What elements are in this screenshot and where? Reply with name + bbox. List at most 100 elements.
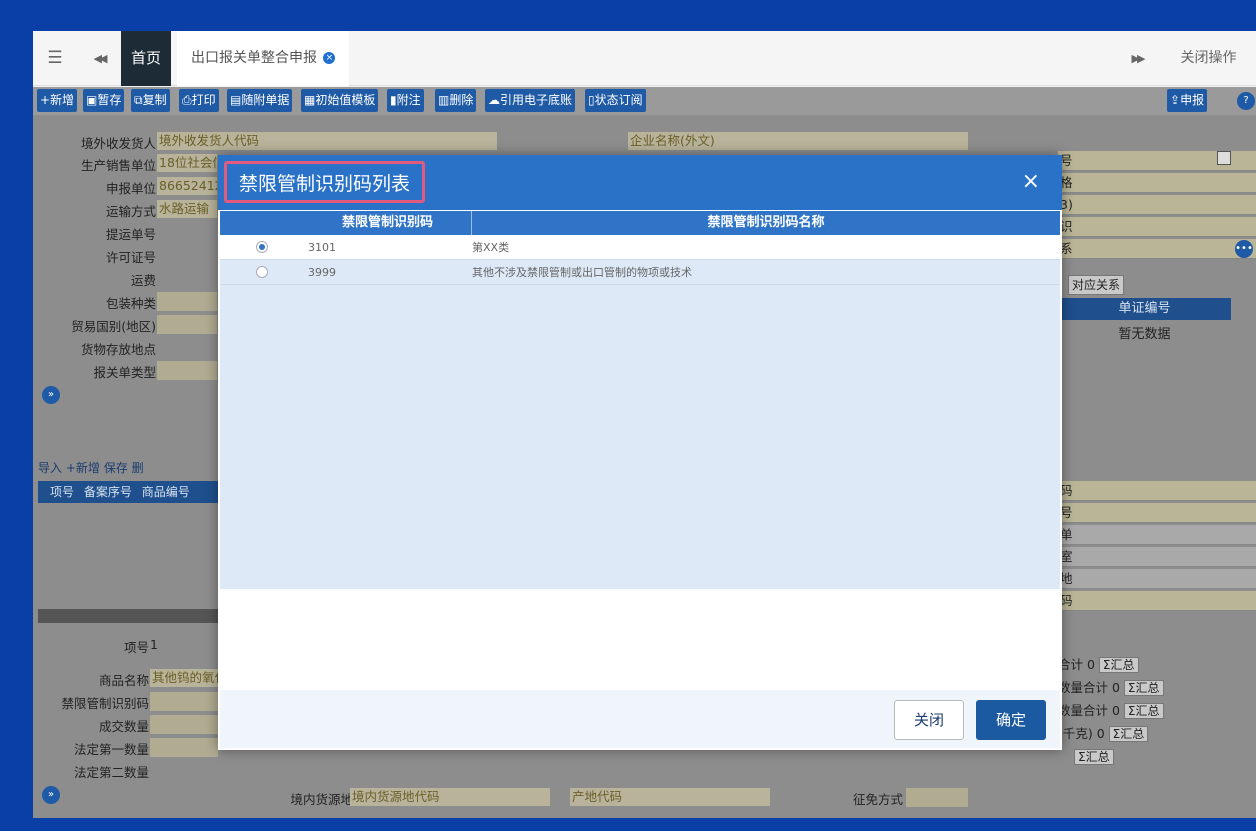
- form-label: 贸易国别(地区): [71, 319, 156, 334]
- name-cell: 第XX类: [472, 241, 510, 254]
- close-operations-button[interactable]: 关闭操作: [1161, 31, 1256, 86]
- tab-close-icon[interactable]: ×: [323, 52, 336, 64]
- form-label: 许可证号: [105, 250, 156, 265]
- goods-name-input[interactable]: 其他钨的氧化: [150, 669, 218, 687]
- radio-button[interactable]: [256, 266, 268, 278]
- total-row: 数量合计 0 Σ汇总: [1058, 699, 1164, 722]
- list-item[interactable]: 3101 第XX类: [220, 235, 1060, 260]
- more-icon[interactable]: •••: [1235, 240, 1253, 258]
- menu-icon[interactable]: ☰: [33, 31, 77, 86]
- close-button[interactable]: 关闭: [894, 700, 964, 740]
- copy-label: 复制: [142, 93, 167, 107]
- levy-input[interactable]: [906, 788, 968, 807]
- goods-save-button[interactable]: 保存: [104, 461, 128, 475]
- form-label: 法定第一数量: [73, 742, 149, 757]
- form-label: 生产销售单位: [80, 158, 156, 173]
- close-icon[interactable]: ×: [1022, 167, 1040, 197]
- doc-no-header: 单证编号: [1058, 298, 1231, 320]
- reference-ledger-button[interactable]: ☁引用电子底账: [485, 89, 576, 112]
- origin-code-input[interactable]: 产地代码: [570, 788, 770, 806]
- form-label: 禁限管制识别码: [61, 696, 149, 711]
- list-item[interactable]: 3999 其他不涉及禁限管制或出口管制的物项或技术: [220, 260, 1060, 285]
- code-cell: 3999: [308, 266, 336, 279]
- prev-tabs-icon[interactable]: ◀◀: [83, 31, 115, 86]
- radio-button[interactable]: [256, 241, 268, 253]
- declare-button[interactable]: ⇪申报: [1167, 89, 1208, 112]
- origin-input[interactable]: 境内货源地代码: [350, 788, 550, 806]
- new-button[interactable]: +新增: [37, 89, 78, 112]
- right-row: 地: [1058, 569, 1256, 589]
- initial-template-label: 初始值模板: [315, 93, 376, 107]
- right-row: 单: [1058, 525, 1256, 545]
- producer-input[interactable]: 18位社会信用: [157, 154, 217, 172]
- attached-docs-label: 随附单据: [241, 93, 290, 107]
- trade-country-input[interactable]: [157, 315, 217, 334]
- save-draft-button[interactable]: ▣暂存: [83, 89, 125, 112]
- print-button[interactable]: ⎙打印: [179, 89, 219, 112]
- scrollbar[interactable]: [38, 609, 218, 623]
- copy-button[interactable]: ⧉复制: [131, 89, 170, 112]
- totals-panel: 合计 0 Σ汇总 数量合计 0 Σ汇总 数量合计 0 Σ汇总 (千克) 0 Σ汇…: [1058, 653, 1164, 768]
- form-label: 境外收发货人: [80, 136, 156, 151]
- initial-template-button[interactable]: ▦初始值模板: [301, 89, 379, 112]
- tab-home[interactable]: 首页: [121, 31, 171, 86]
- confirm-button[interactable]: 确定: [976, 700, 1046, 740]
- declarant-input[interactable]: 86652412: [157, 177, 217, 195]
- goods-delete-button[interactable]: 删: [132, 461, 144, 475]
- next-tabs-icon[interactable]: ▶▶: [1121, 31, 1153, 86]
- attached-docs-button[interactable]: ▤随附单据: [227, 89, 293, 112]
- sum-button[interactable]: Σ汇总: [1108, 726, 1149, 742]
- deal-qty-input[interactable]: [150, 715, 218, 734]
- foreign-consignee-input[interactable]: 境外收发货人代码: [157, 132, 497, 150]
- import-button[interactable]: 导入: [38, 461, 62, 475]
- restriction-code-input[interactable]: [150, 692, 218, 711]
- foreign-name-input[interactable]: 企业名称(外文): [628, 132, 968, 150]
- right-row: 3): [1058, 195, 1256, 215]
- note-button[interactable]: ▮附注: [387, 89, 424, 112]
- upload-icon: ⇪: [1170, 93, 1181, 107]
- status-subscribe-button[interactable]: ▯状态订阅: [585, 89, 646, 112]
- right-row: 格: [1058, 173, 1256, 193]
- form-label: 法定第二数量: [73, 765, 149, 780]
- copy-icon: ⧉: [134, 93, 143, 107]
- form-label: 商品名称: [98, 673, 149, 688]
- document-icon: ▤: [230, 93, 242, 107]
- right-row: 码: [1058, 591, 1256, 611]
- transport-mode-input[interactable]: 水路运输: [157, 200, 217, 218]
- total-label: 合计 0: [1058, 657, 1095, 672]
- goods-grid-header: 项号 备案序号 商品编号: [38, 481, 228, 503]
- goods-new-button[interactable]: +新增: [66, 461, 100, 475]
- sum-button[interactable]: Σ汇总: [1123, 703, 1164, 719]
- note-icon: ▮: [390, 93, 397, 107]
- right-row: 系: [1058, 239, 1256, 259]
- origin-label: 境内货源地: [290, 792, 353, 807]
- total-row: 合计 0 Σ汇总: [1058, 653, 1164, 676]
- expand-icon[interactable]: »: [42, 386, 60, 404]
- note-label: 附注: [396, 93, 421, 107]
- form-label: 货物存放地点: [80, 342, 156, 357]
- checkbox[interactable]: [1217, 151, 1231, 165]
- sum-button[interactable]: Σ汇总: [1098, 657, 1139, 673]
- form-label: 提运单号: [105, 227, 156, 242]
- sum-button[interactable]: Σ汇总: [1074, 749, 1114, 765]
- delete-button[interactable]: ▥删除: [435, 89, 477, 112]
- toolbar: +新增 ▣暂存 ⧉复制 ⎙打印 ▤随附单据 ▦初始值模板 ▮附注 ▥删除 ☁引用…: [33, 87, 1256, 115]
- tab-export-declaration[interactable]: 出口报关单整合申报 ×: [177, 31, 350, 86]
- expand-icon[interactable]: »: [42, 786, 60, 804]
- form-label: 运费: [130, 273, 156, 288]
- sum-button[interactable]: Σ汇总: [1123, 680, 1164, 696]
- print-label: 打印: [191, 93, 216, 107]
- code-cell: 3101: [308, 241, 336, 254]
- name-cell: 其他不涉及禁限管制或出口管制的物项或技术: [472, 266, 692, 279]
- tab-bar: ☰ ◀◀ 首页 出口报关单整合申报 × ▶▶ 关闭操作: [33, 31, 1256, 86]
- help-icon[interactable]: ?: [1237, 92, 1255, 110]
- total-row: 数量合计 0 Σ汇总: [1058, 676, 1164, 699]
- declaration-type-input[interactable]: [157, 361, 217, 380]
- legal-qty1-input[interactable]: [150, 738, 218, 757]
- relation-button[interactable]: 对应关系: [1068, 275, 1125, 295]
- total-label: 数量合计 0: [1058, 680, 1120, 695]
- col-item-no: 项号: [50, 485, 75, 499]
- declare-label: 申报: [1180, 93, 1205, 107]
- right-row: 码: [1058, 481, 1256, 501]
- package-type-input[interactable]: [157, 292, 217, 311]
